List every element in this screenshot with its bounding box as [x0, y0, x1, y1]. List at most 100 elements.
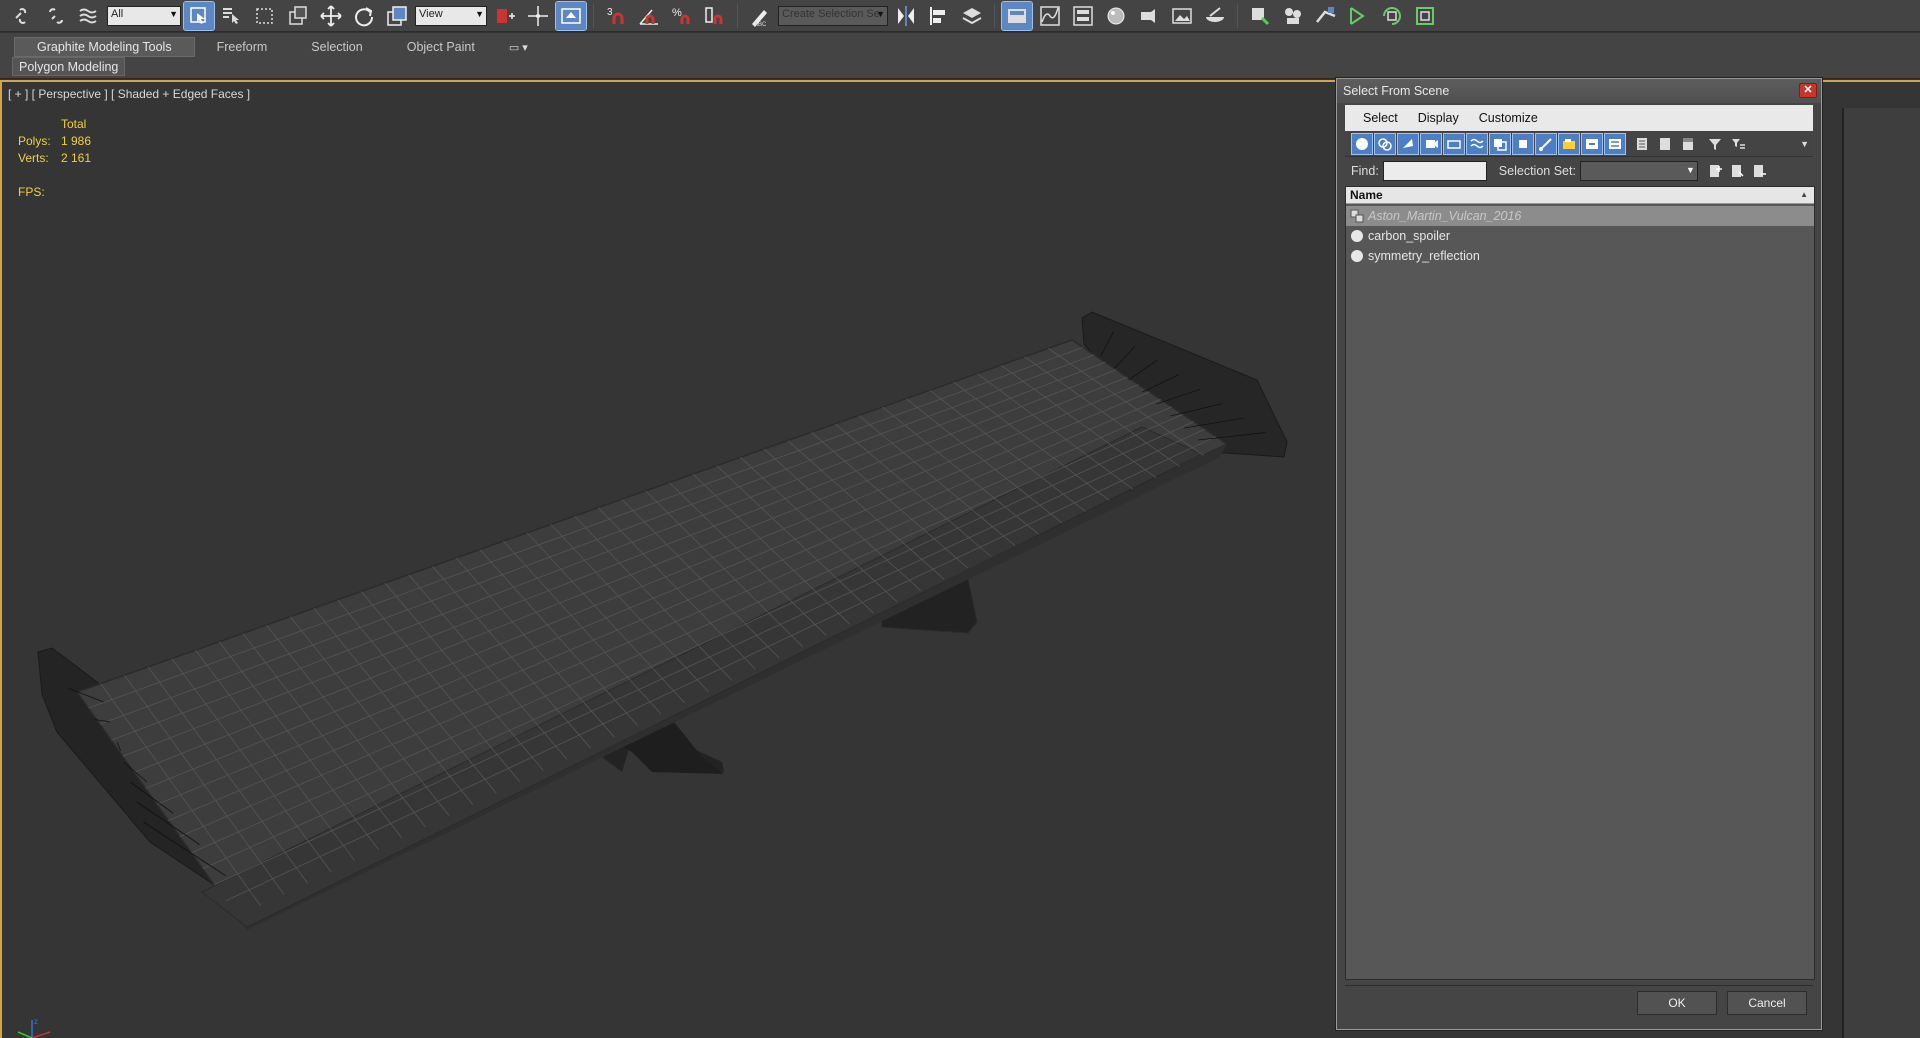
tab-graphite-modeling-tools[interactable]: Graphite Modeling Tools [14, 37, 195, 57]
ok-button[interactable]: OK [1637, 991, 1717, 1015]
scene-object-list[interactable]: Name Aston_Martin_Vulcan_2016 carbon_spo… [1345, 186, 1815, 980]
select-by-name-icon[interactable] [217, 2, 247, 30]
dialog-menubar: Select Display Customize [1345, 105, 1813, 131]
viewport-tools-icon[interactable] [1311, 2, 1341, 30]
move-icon[interactable] [316, 2, 346, 30]
render-icon[interactable] [1200, 2, 1230, 30]
selection-filter-value: All [111, 7, 124, 20]
ribbon-tabs: Graphite Modeling Tools Freeform Selecti… [14, 36, 528, 58]
display-containers-icon[interactable] [1558, 132, 1580, 155]
ribbon: Graphite Modeling Tools Freeform Selecti… [0, 33, 1920, 79]
display-cameras-icon[interactable] [1420, 132, 1442, 155]
curve-editor-icon[interactable] [1035, 2, 1065, 30]
dialog-titlebar[interactable]: Select From Scene ✕ [1337, 79, 1821, 103]
ribbon-panel-polygon-modeling[interactable]: Polygon Modeling [12, 57, 126, 76]
geometry-icon [1350, 229, 1364, 243]
tab-selection[interactable]: Selection [289, 37, 384, 57]
display-xrefs-icon[interactable] [1512, 132, 1534, 155]
rotate-icon[interactable] [349, 2, 379, 30]
align-icon[interactable] [924, 2, 954, 30]
percent-snap-icon[interactable]: % [667, 2, 697, 30]
rect-region-icon[interactable] [250, 2, 280, 30]
stats-polys-label: Polys: [18, 134, 51, 148]
stats-verts-value: 2 161 [61, 151, 92, 165]
list-item[interactable]: carbon_spoiler [1346, 226, 1814, 246]
footer-divider [1345, 985, 1813, 986]
display-groups-icon[interactable] [1489, 132, 1511, 155]
cancel-button[interactable]: Cancel [1727, 991, 1807, 1015]
axis-gizmo-icon: z [17, 1017, 51, 1038]
command-panel[interactable] [1842, 108, 1920, 1038]
display-all-icon[interactable] [1631, 133, 1653, 155]
walkthrough-icon[interactable] [1344, 2, 1374, 30]
ribbon-options-icon[interactable]: ▭ ▾ [509, 41, 528, 54]
create-selection-set-icon[interactable] [1704, 160, 1726, 182]
display-spacewarps-icon[interactable] [1466, 132, 1488, 155]
display-hidden-icon[interactable] [1604, 132, 1626, 155]
named-selection-dropdown[interactable]: Create Selection Se [778, 5, 888, 26]
rendered-frame-icon[interactable] [1167, 2, 1197, 30]
display-geometry-icon[interactable] [1351, 132, 1373, 155]
list-item[interactable]: Aston_Martin_Vulcan_2016 [1346, 206, 1814, 226]
populate-icon[interactable] [1278, 2, 1308, 30]
edit-named-selection-icon[interactable]: ABC [745, 2, 775, 30]
remove-from-selection-set-icon[interactable] [1748, 160, 1770, 182]
menu-display[interactable]: Display [1408, 111, 1469, 125]
filter-settings-icon[interactable] [1727, 133, 1749, 155]
named-selection-value: Create Selection Se [782, 7, 880, 20]
reference-coord-dropdown[interactable]: View [415, 5, 487, 26]
display-shapes-icon[interactable] [1374, 132, 1396, 155]
toolbar-expand-icon[interactable]: ▼ [1800, 139, 1809, 149]
render-setup-icon[interactable] [1134, 2, 1164, 30]
container-icon[interactable] [1245, 2, 1275, 30]
ring-icon[interactable] [1410, 2, 1440, 30]
material-editor-icon[interactable] [1101, 2, 1131, 30]
close-icon: ✕ [1803, 84, 1813, 96]
list-item[interactable]: symmetry_reflection [1346, 246, 1814, 266]
toolbar-separator [994, 3, 995, 28]
menu-select[interactable]: Select [1353, 111, 1408, 125]
display-helpers-icon[interactable] [1443, 132, 1465, 155]
loop-icon[interactable] [1377, 2, 1407, 30]
bind-space-warp-icon[interactable] [74, 2, 104, 30]
add-to-selection-set-icon[interactable] [1726, 160, 1748, 182]
toolbar-separator [593, 3, 594, 28]
link-icon[interactable] [8, 2, 38, 30]
viewport-label[interactable]: [ + ] [ Perspective ] [ Shaded + Edged F… [8, 87, 250, 101]
manipulate-icon[interactable] [523, 2, 553, 30]
select-object-icon[interactable] [183, 0, 215, 31]
layer-manager-icon[interactable] [957, 2, 987, 30]
close-button[interactable]: ✕ [1799, 83, 1817, 98]
filter-icon[interactable] [1704, 133, 1726, 155]
find-input[interactable] [1382, 161, 1487, 181]
display-bones-icon[interactable] [1535, 132, 1557, 155]
column-header-name[interactable]: Name [1346, 187, 1814, 204]
unlink-icon[interactable] [41, 2, 71, 30]
svg-text:z: z [34, 1017, 38, 1026]
tab-object-paint[interactable]: Object Paint [385, 37, 497, 57]
spinner-snap-icon[interactable] [700, 2, 730, 30]
keyboard-shortcut-icon[interactable] [555, 0, 587, 31]
select-from-scene-dialog: Select From Scene ✕ Select Display Custo… [1336, 78, 1822, 1030]
mirror-icon[interactable] [891, 2, 921, 30]
display-filter-toolbar: ▼ [1345, 131, 1813, 157]
schematic-view-icon[interactable] [1068, 2, 1098, 30]
snap-3d-icon[interactable]: 3 [601, 2, 631, 30]
selection-set-dropdown[interactable] [1579, 161, 1698, 181]
list-item-label: Aston_Martin_Vulcan_2016 [1368, 209, 1522, 223]
tab-freeform[interactable]: Freeform [195, 37, 290, 57]
selection-filter-dropdown[interactable]: All [107, 5, 181, 26]
angle-snap-icon[interactable] [634, 2, 664, 30]
pivot-icon[interactable] [490, 2, 520, 30]
svg-text:3: 3 [607, 7, 613, 18]
display-frozen-icon[interactable] [1581, 132, 1603, 155]
display-invert-icon[interactable] [1677, 133, 1699, 155]
display-lights-icon[interactable] [1397, 132, 1419, 155]
graphite-toggle-icon[interactable] [1001, 0, 1033, 31]
display-none-icon[interactable] [1654, 133, 1676, 155]
list-item-label: carbon_spoiler [1368, 229, 1450, 243]
window-crossing-icon[interactable] [283, 2, 313, 30]
scale-icon[interactable] [382, 2, 412, 30]
main-toolbar: All View 3 % ABC Create Selection Se [0, 0, 1920, 32]
menu-customize[interactable]: Customize [1469, 111, 1548, 125]
